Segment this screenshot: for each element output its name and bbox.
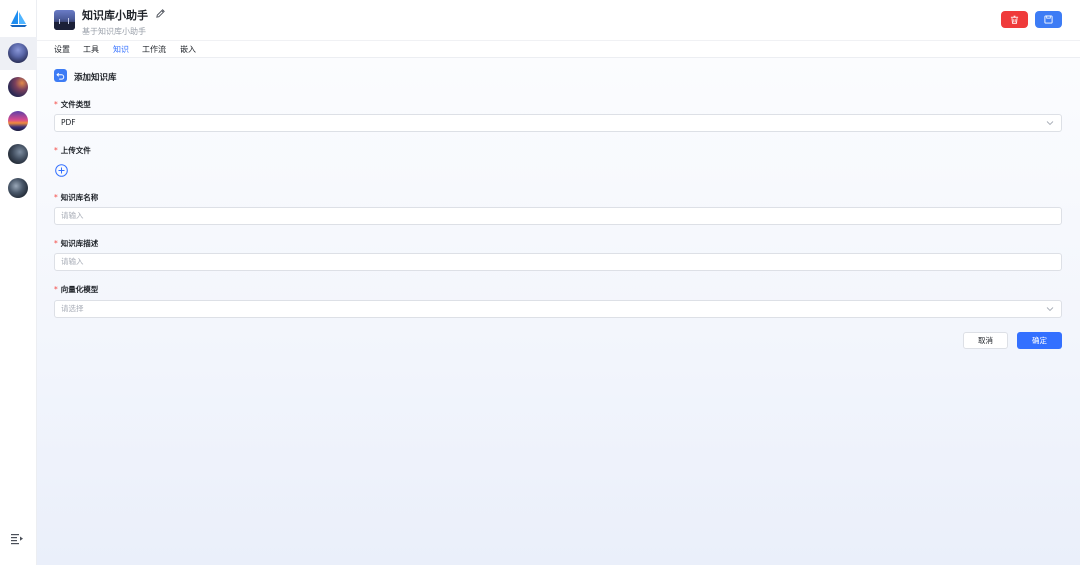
collapse-menu-icon[interactable] <box>11 533 23 545</box>
kb-desc-label: * 知识库描述 <box>54 238 98 249</box>
file-type-value: PDF <box>61 118 76 127</box>
undo-icon <box>56 72 65 80</box>
required-mark: * <box>54 239 58 248</box>
landscape-avatar-2[interactable] <box>8 77 28 97</box>
trash-icon <box>1010 15 1019 24</box>
kb-name-placeholder: 请输入 <box>61 211 84 220</box>
tab-workflow[interactable]: 工作流 <box>142 44 166 55</box>
app-title: 知识库小助手 <box>82 9 148 22</box>
app-subtitle: 基于知识库小助手 <box>82 27 146 36</box>
cancel-button[interactable]: 取消 <box>963 332 1008 349</box>
kb-desc-input[interactable]: 请输入 <box>54 253 1062 271</box>
sail-logo[interactable] <box>9 9 28 27</box>
upload-label: * 上传文件 <box>54 145 91 156</box>
landscape-avatar-5[interactable] <box>8 178 28 198</box>
landscape-avatar-3[interactable] <box>8 111 28 131</box>
section-title: 添加知识库 <box>74 73 117 83</box>
tab-settings[interactable]: 设置 <box>54 44 70 55</box>
tab-bar: 设置 工具 知识 工作流 嵌入 <box>37 40 1080 58</box>
save-button[interactable] <box>1035 11 1062 28</box>
required-mark: * <box>54 193 58 202</box>
chevron-down-icon <box>1046 307 1054 312</box>
kb-name-input[interactable]: 请输入 <box>54 207 1062 225</box>
back-button[interactable] <box>54 69 67 82</box>
tab-embed[interactable]: 嵌入 <box>180 44 196 55</box>
pencil-icon[interactable] <box>155 8 166 19</box>
add-file-icon[interactable] <box>55 164 68 177</box>
kb-desc-label-text: 知识库描述 <box>60 239 99 248</box>
main-content: 添加知识库 * 文件类型 PDF * 上传文件 * 知识库名称 请输入 * 知识库描述 … <box>37 58 1080 565</box>
kb-desc-placeholder: 请输入 <box>61 257 84 266</box>
app-thumbnail <box>54 10 75 30</box>
landscape-avatar-4[interactable] <box>8 144 28 164</box>
embed-model-select[interactable]: 请选择 <box>54 300 1062 318</box>
kb-name-label: * 知识库名称 <box>54 192 98 203</box>
tab-tools[interactable]: 工具 <box>83 44 99 55</box>
file-type-select[interactable]: PDF <box>54 114 1062 132</box>
tab-knowledge[interactable]: 知识 <box>113 44 129 55</box>
confirm-button[interactable]: 确定 <box>1017 332 1062 349</box>
embed-model-placeholder: 请选择 <box>61 304 84 313</box>
delete-button[interactable] <box>1001 11 1028 28</box>
file-type-label-text: 文件类型 <box>60 100 91 109</box>
sidebar <box>0 0 37 565</box>
chevron-down-icon <box>1046 121 1054 126</box>
landscape-avatar-1[interactable] <box>8 43 28 63</box>
file-type-label: * 文件类型 <box>54 99 91 110</box>
required-mark: * <box>54 146 58 155</box>
required-mark: * <box>54 100 58 109</box>
required-mark: * <box>54 285 58 294</box>
kb-name-label-text: 知识库名称 <box>60 193 99 202</box>
upload-label-text: 上传文件 <box>60 146 91 155</box>
app-header: 知识库小助手 基于知识库小助手 <box>37 0 1080 40</box>
save-icon <box>1044 15 1053 24</box>
embed-model-label: * 向量化模型 <box>54 284 98 295</box>
embed-model-label-text: 向量化模型 <box>60 285 99 294</box>
